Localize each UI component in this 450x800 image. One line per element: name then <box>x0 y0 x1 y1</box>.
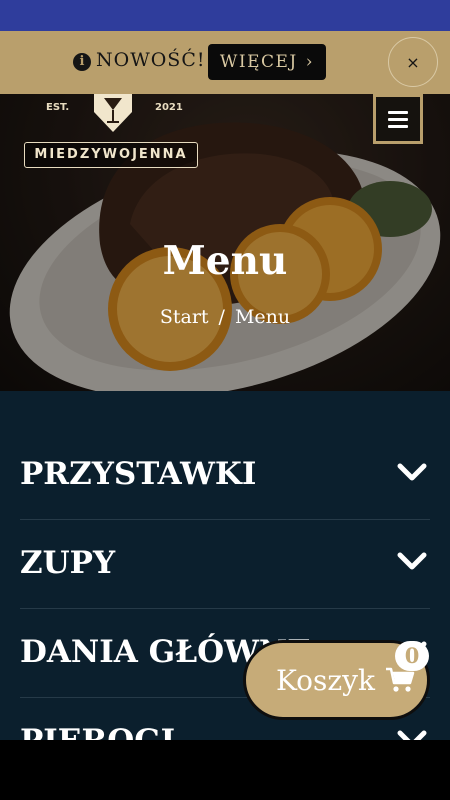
category-row-zupy[interactable]: ZUPY <box>20 520 430 609</box>
breadcrumb: Start / Menu <box>0 306 450 328</box>
category-label: PRZYSTAWKI <box>20 456 257 492</box>
breadcrumb-separator: / <box>218 306 225 328</box>
navigation-bar <box>0 740 450 800</box>
promo-bar: i NOWOŚĆ! WIĘCEJ › × <box>0 31 450 94</box>
category-row-przystawki[interactable]: PRZYSTAWKI <box>20 431 430 520</box>
category-label: ZUPY <box>20 545 116 581</box>
cart-label: Koszyk <box>276 663 375 697</box>
site-logo[interactable]: EST. 2021 MIEDZYWOJENNA <box>22 94 200 174</box>
page-title: Menu <box>162 238 288 284</box>
chevron-right-icon: › <box>305 52 315 72</box>
promo-text: NOWOŚĆ! <box>96 49 206 71</box>
status-bar <box>0 0 450 31</box>
chevron-down-icon <box>397 463 427 481</box>
cart-count-badge: 0 <box>395 641 429 671</box>
logo-year: 2021 <box>155 102 183 113</box>
breadcrumb-current: Menu <box>234 306 291 328</box>
close-promo-button[interactable]: × <box>388 37 438 87</box>
hero-banner: EST. 2021 MIEDZYWOJENNA Menu Start / Menu <box>0 94 450 391</box>
chevron-down-icon <box>397 552 427 570</box>
more-button-label: WIĘCEJ <box>219 52 298 72</box>
logo-name: MIEDZYWOJENNA <box>24 142 198 168</box>
hamburger-line <box>388 117 408 121</box>
logo-est: EST. <box>46 102 70 113</box>
breadcrumb-home-link[interactable]: Start <box>160 306 209 328</box>
hamburger-line <box>388 124 408 128</box>
cocktail-emblem-icon <box>94 94 132 132</box>
hamburger-menu-button[interactable] <box>373 94 423 144</box>
hamburger-line <box>388 110 408 114</box>
more-button[interactable]: WIĘCEJ › <box>208 44 326 80</box>
info-icon: i <box>73 53 91 71</box>
